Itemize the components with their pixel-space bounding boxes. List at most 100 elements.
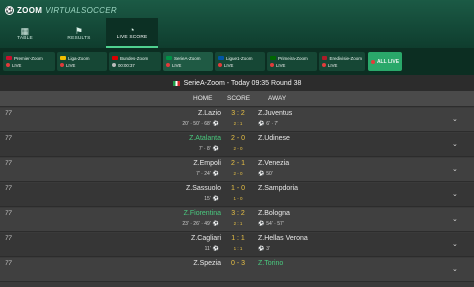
league-ligue1[interactable]: Ligue1-Zoom LIVE bbox=[215, 52, 265, 71]
away-team: Z.Juventus bbox=[258, 110, 293, 117]
league-status: LIVE bbox=[276, 62, 286, 68]
league-status: LIVE bbox=[224, 62, 234, 68]
league-name: Liga-Zoom bbox=[68, 55, 90, 61]
soccer-ball-icon: ⚽ bbox=[212, 121, 219, 127]
away-team: Z.Torino bbox=[258, 260, 284, 267]
league-name: Bundes-Zoom bbox=[120, 55, 149, 61]
league-seriea[interactable]: SerieA-Zoom LIVE bbox=[163, 52, 213, 71]
away-goal-times: ⚽ 3' bbox=[258, 246, 270, 252]
match-minute: 77 bbox=[5, 211, 12, 217]
chevron-down-icon[interactable]: ⌄ bbox=[452, 240, 458, 248]
chevron-down-icon[interactable]: ⌄ bbox=[452, 215, 458, 223]
germany-flag-icon bbox=[112, 56, 118, 60]
goal-times-text: 23' · 26' · 49' bbox=[182, 221, 211, 227]
home-goal-times: 7' · 8' ⚽ bbox=[199, 146, 219, 152]
halftime-score: 1 : 1 bbox=[233, 246, 243, 251]
match-row[interactable]: 77 Z.Atalanta 2 - 0 Z.Udinese 2 - 0 7' · 8' ⚽ ⌄ bbox=[0, 133, 474, 157]
home-goal-times: 23' · 26' · 49' ⚽ bbox=[182, 221, 219, 227]
match-score: 3 : 2 bbox=[231, 110, 245, 117]
halftime-score: 1 - 0 bbox=[233, 196, 243, 201]
match-score: 2 - 0 bbox=[230, 135, 245, 142]
league-eredivisie[interactable]: Eredivisie-Zoom LIVE bbox=[319, 52, 365, 71]
home-team: Z.Lazio bbox=[198, 110, 221, 117]
app-logo[interactable]: ⚽ ZOOM VIRTUALSOCCER bbox=[5, 4, 117, 16]
home-goal-times: 15' ⚽ bbox=[204, 196, 219, 202]
soccer-ball-icon: ⚽ bbox=[5, 5, 14, 15]
italy-flag-icon bbox=[172, 80, 180, 86]
chevron-down-icon[interactable]: ⌄ bbox=[452, 165, 458, 173]
halftime-score: 2 : 1 bbox=[233, 121, 243, 126]
league-name: Ligue1-Zoom bbox=[226, 55, 253, 61]
match-minute: 77 bbox=[5, 111, 12, 117]
league-liga[interactable]: Liga-Zoom LIVE bbox=[57, 52, 107, 71]
portugal-flag-icon bbox=[270, 56, 276, 60]
tab-live-score-label: LIVE SCORE bbox=[116, 34, 148, 40]
league-strip: Premier-Zoom LIVE Liga-Zoom LIVE Bundes-… bbox=[0, 48, 474, 75]
match-minute: 77 bbox=[5, 161, 12, 167]
soccer-ball-icon: ⚽ bbox=[258, 246, 265, 252]
chevron-down-icon[interactable]: ⌄ bbox=[452, 115, 458, 123]
soccer-ball-icon: ⚽ bbox=[258, 171, 265, 177]
league-primeira[interactable]: Primeira-Zoom LIVE bbox=[267, 52, 317, 71]
match-row[interactable]: 77 Z.Spezia 0 - 3 Z.Torino ⌄ bbox=[0, 258, 474, 282]
clock-icon bbox=[112, 63, 116, 67]
match-row[interactable]: 77 Z.Cagliari 1 : 1 Z.Hellas Verona 1 : 1 11'… bbox=[0, 233, 474, 257]
league-premier[interactable]: Premier-Zoom LIVE bbox=[3, 52, 55, 71]
chevron-down-icon[interactable]: ⌄ bbox=[452, 265, 458, 273]
match-score: 2 - 1 bbox=[230, 160, 245, 167]
tab-results-label: RESULTS bbox=[67, 35, 91, 41]
italy-flag-icon bbox=[166, 56, 172, 60]
soccer-ball-icon: ⚽ bbox=[212, 221, 219, 227]
league-name: Premier-Zoom bbox=[14, 55, 43, 61]
tab-table[interactable]: ▦ TABLE bbox=[6, 18, 44, 48]
chevron-down-icon[interactable]: ⌄ bbox=[452, 190, 458, 198]
live-dot-icon bbox=[270, 63, 274, 67]
league-status: LIVE bbox=[172, 62, 182, 68]
league-status: LIVE bbox=[12, 62, 22, 68]
match-minute: 77 bbox=[5, 261, 12, 267]
live-score-icon: ◔ bbox=[129, 24, 135, 35]
away-goal-times: ⚽ 54' · 57' bbox=[258, 221, 284, 227]
home-goal-times: 20' · 50' · 68' ⚽ bbox=[182, 121, 219, 127]
soccer-ball-icon: ⚽ bbox=[258, 221, 265, 227]
away-goal-times: ⚽ 50' bbox=[258, 171, 273, 177]
goal-times-text: 3' bbox=[266, 246, 270, 252]
halftime-score: 2 - 0 bbox=[233, 171, 243, 176]
match-row[interactable]: 77 Z.Lazio 3 : 2 Z.Juventus 2 : 1 20' · 50' ·… bbox=[0, 108, 474, 132]
spain-flag-icon bbox=[60, 56, 66, 60]
away-column-header: AWAY bbox=[268, 95, 287, 102]
live-dot-icon bbox=[370, 59, 375, 64]
all-live-label: ALL LIVE bbox=[376, 58, 400, 65]
league-name: SerieA-Zoom bbox=[174, 55, 201, 61]
all-live-button[interactable]: ALL LIVE bbox=[368, 52, 402, 71]
goal-times-text: 54' · 57' bbox=[266, 221, 284, 227]
league-bundes[interactable]: Bundes-Zoom 00:00:37 bbox=[109, 52, 161, 71]
home-goal-times: 7' · 24' ⚽ bbox=[196, 171, 219, 177]
league-name: Eredivisie-Zoom bbox=[329, 55, 362, 61]
live-dot-icon bbox=[322, 63, 326, 67]
live-dot-icon bbox=[60, 63, 64, 67]
match-score: 1 - 0 bbox=[230, 185, 245, 192]
match-row[interactable]: 77 Z.Fiorentina 3 : 2 Z.Bologna 2 : 1 23' · 2… bbox=[0, 208, 474, 232]
soccer-ball-icon: ⚽ bbox=[212, 196, 219, 202]
goal-times-text: 7' · 24' bbox=[196, 171, 211, 177]
match-row[interactable]: 77 Z.Sassuolo 1 - 0 Z.Sampdoria 1 - 0 15' ⚽ ⌄ bbox=[0, 183, 474, 207]
tab-table-label: TABLE bbox=[17, 35, 33, 41]
live-dot-icon bbox=[6, 63, 10, 67]
match-score: 3 : 2 bbox=[231, 210, 245, 217]
tab-results[interactable]: ⚑ RESULTS bbox=[58, 18, 100, 48]
soccer-ball-icon: ⚽ bbox=[212, 246, 219, 252]
match-row[interactable]: 77 Z.Empoli 2 - 1 Z.Venezia 2 - 0 7' · 24' ⚽ ⚽ 5… bbox=[0, 158, 474, 182]
home-team: Z.Empoli bbox=[193, 160, 221, 167]
live-score-page: ⚽ ZOOM VIRTUALSOCCER ▦ TABLE ⚑ RESULTS ◔… bbox=[0, 0, 474, 287]
tab-live-score[interactable]: ◔ LIVE SCORE bbox=[106, 18, 158, 48]
app-header: ⚽ ZOOM VIRTUALSOCCER ▦ TABLE ⚑ RESULTS ◔… bbox=[0, 0, 474, 48]
france-flag-icon bbox=[218, 56, 224, 60]
score-column-header: SCORE bbox=[227, 95, 251, 102]
away-team: Z.Bologna bbox=[258, 210, 290, 217]
home-team: Z.Spezia bbox=[193, 260, 221, 267]
home-team: Z.Fiorentina bbox=[183, 210, 221, 217]
chevron-down-icon[interactable]: ⌄ bbox=[452, 140, 458, 148]
england-flag-icon bbox=[6, 56, 12, 60]
round-title-bar: SerieA-Zoom - Today 09:35 Round 38 bbox=[0, 75, 474, 91]
